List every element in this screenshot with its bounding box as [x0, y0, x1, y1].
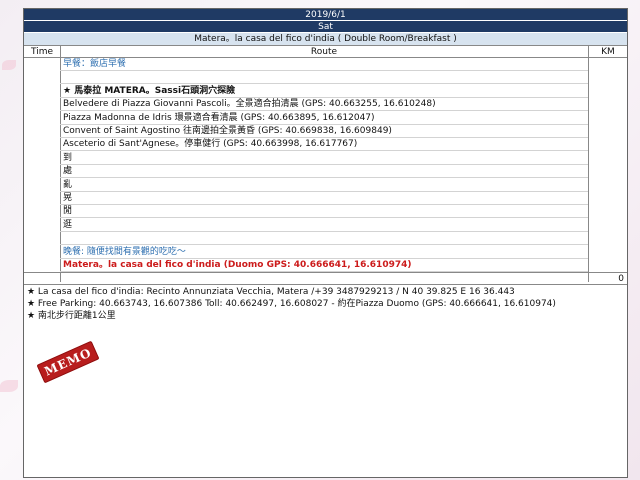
memo-line: ★ 南北步行距離1公里	[27, 311, 116, 321]
route-line: 亂	[60, 179, 588, 192]
route-line	[60, 71, 588, 85]
column-headers: Time Route KM	[24, 46, 627, 58]
memo-stamp: MEMO	[36, 340, 100, 384]
route-line: 逛	[60, 219, 588, 232]
itinerary-sheet: 2019/6/1 Sat Matera。la casa del fico d'i…	[23, 8, 628, 478]
km-total-value: 0	[618, 274, 624, 284]
route-line: 晚餐: 隨便找間有景觀的吃吃～	[60, 246, 588, 259]
memo-line: ★ La casa del fico d'india: Recinto Annu…	[27, 287, 515, 297]
route-line: 處	[60, 165, 588, 179]
petal-decoration	[0, 380, 18, 392]
km-column-header: KM	[601, 47, 615, 57]
memo-notes: ★ La casa del fico d'india: Recinto Annu…	[24, 286, 627, 322]
route-line: 到	[60, 152, 588, 165]
route-line: 晃	[60, 192, 588, 205]
date-header: 2019/6/1	[24, 9, 627, 21]
memo-line: ★ Free Parking: 40.663743, 16.607386 Tol…	[27, 299, 556, 309]
route-line: Belvedere di Piazza Giovanni Pascoli。全景適…	[60, 98, 588, 112]
route-line: Matera。la casa del fico d'india (Duomo G…	[60, 259, 588, 272]
km-total-row: 0	[24, 272, 627, 285]
route-line: 閒	[60, 205, 588, 219]
route-list: 早餐：飯店早餐 ★ 馬泰拉 MATERA。Sassi石頭洞穴探險 Belvedere…	[24, 58, 627, 272]
hotel-header: Matera。la casa del fico d'india ( Double…	[24, 33, 627, 46]
route-column-header: Route	[60, 46, 589, 58]
petal-decoration	[2, 60, 16, 70]
route-line: Convent of Saint Agostino 往南邊拍全景黃昏 (GPS:…	[60, 125, 588, 138]
time-column-header: Time	[24, 46, 61, 58]
route-line: 早餐：飯店早餐	[60, 58, 588, 71]
route-line: Asceterio di Sant'Agnese。停車健行 (GPS: 40.6…	[60, 138, 588, 152]
route-line	[60, 232, 588, 246]
route-line: Piazza Madonna de Idris 環景適合看清晨 (GPS: 40…	[60, 112, 588, 125]
weekday-header: Sat	[24, 21, 627, 33]
route-line: ★ 馬泰拉 MATERA。Sassi石頭洞穴探險	[60, 85, 588, 98]
